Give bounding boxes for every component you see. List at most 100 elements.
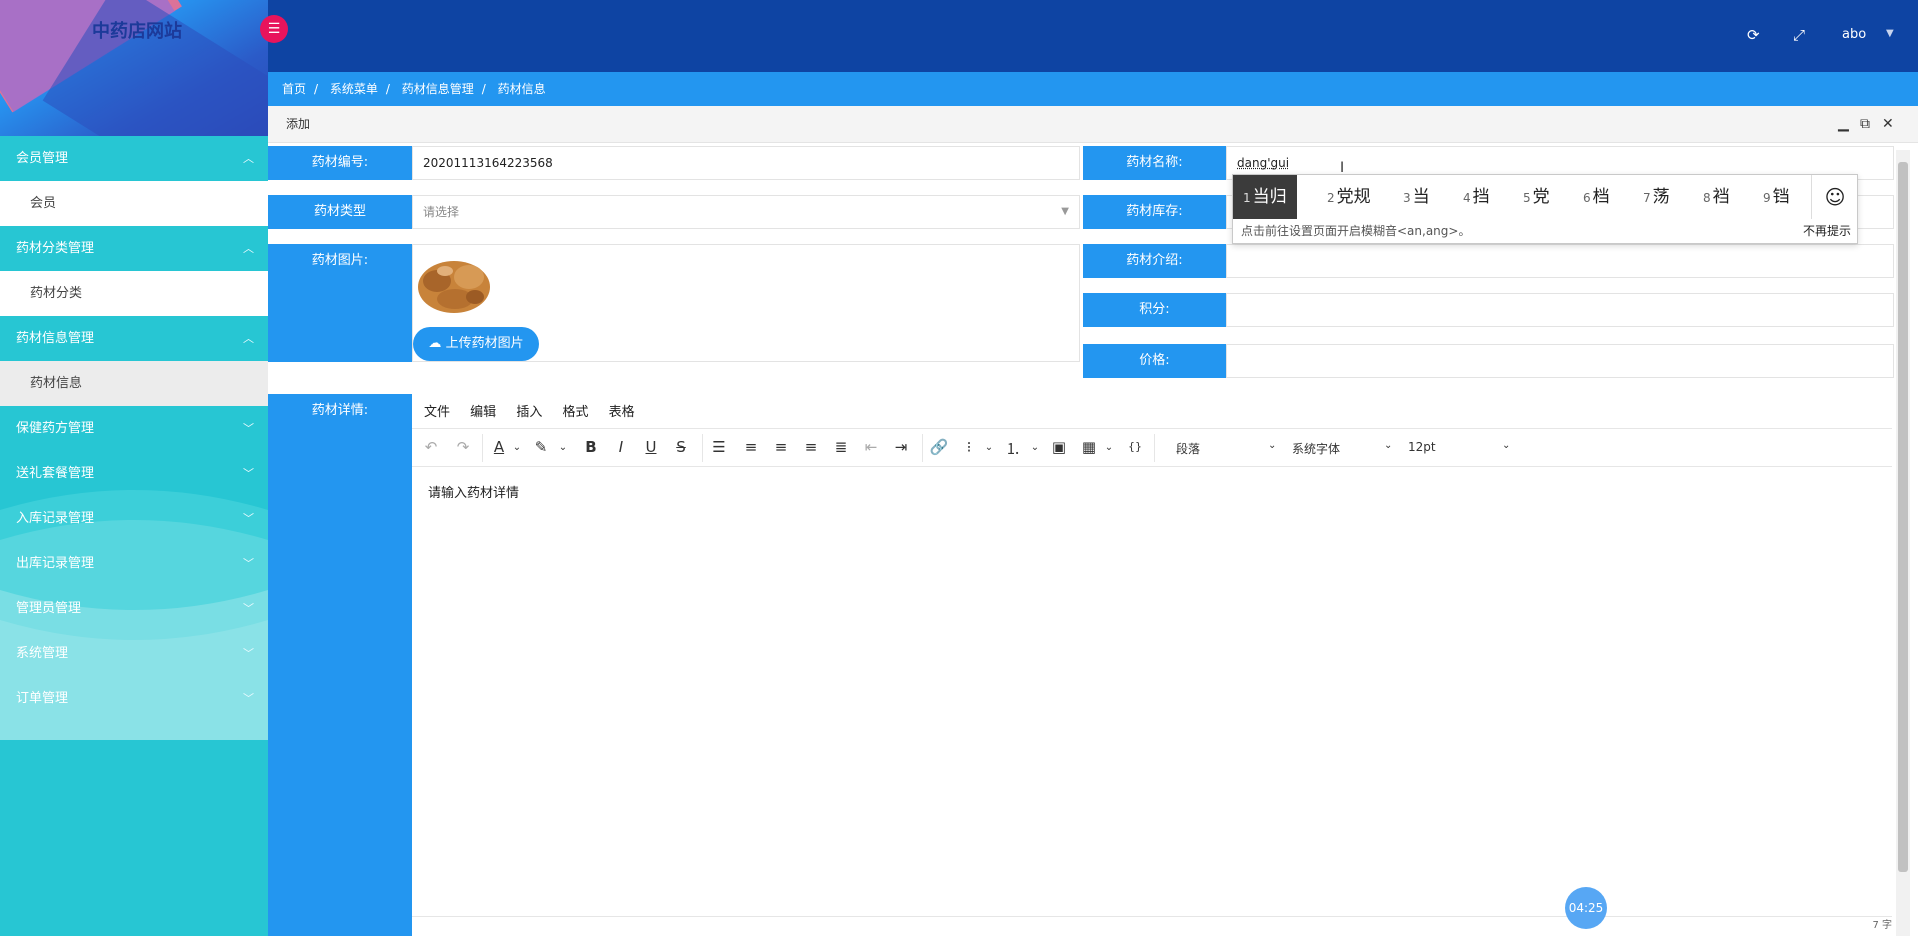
line-height-icon[interactable]: ☰: [708, 438, 730, 456]
breadcrumb-home[interactable]: 首页: [282, 82, 306, 96]
caret-down-icon[interactable]: ▼: [1886, 28, 1894, 39]
menu-stock-out-management[interactable]: 出库记录管理 ﹀: [0, 541, 268, 586]
editor-menu-edit[interactable]: 编辑: [470, 405, 496, 420]
code-field[interactable]: 20201113164223568: [412, 146, 1080, 180]
numbered-list-icon[interactable]: ⒈: [1002, 438, 1024, 459]
outdent-icon[interactable]: ⇤: [860, 438, 882, 456]
maximize-icon[interactable]: ⧉: [1860, 106, 1870, 142]
bold-icon[interactable]: B: [580, 438, 602, 456]
menu-category-management[interactable]: 药材分类管理 ︿: [0, 226, 268, 271]
strikethrough-icon[interactable]: S: [670, 438, 692, 456]
menu-member-management[interactable]: 会员管理 ︿: [0, 136, 268, 181]
redo-icon[interactable]: ↷: [452, 438, 474, 456]
type-select[interactable]: 请选择 ▼: [412, 195, 1080, 229]
ime-dismiss-button[interactable]: 不再提示: [1803, 222, 1851, 239]
chevron-down-icon: ﹀: [243, 602, 254, 615]
menu-herb-info-management[interactable]: 药材信息管理 ︿: [0, 316, 268, 361]
menu-stock-in-management[interactable]: 入库记录管理 ﹀: [0, 496, 268, 541]
ime-candidate[interactable]: 3当: [1403, 175, 1430, 219]
link-icon[interactable]: 🔗: [928, 438, 950, 456]
align-center-icon[interactable]: ≡: [770, 438, 792, 456]
intro-field[interactable]: [1226, 244, 1894, 278]
close-icon[interactable]: ✕: [1882, 106, 1894, 142]
menu-system-management[interactable]: 系统管理 ﹀: [0, 631, 268, 676]
chevron-up-icon: ︿: [243, 152, 254, 165]
block-format-select[interactable]: 段落: [1176, 440, 1200, 457]
editor-menu-format[interactable]: 格式: [562, 405, 588, 420]
chevron-down-icon[interactable]: ⌄: [978, 442, 1000, 453]
editor-menu-insert[interactable]: 插入: [516, 405, 542, 420]
ime-candidate[interactable]: 8裆: [1703, 175, 1730, 219]
chevron-down-icon[interactable]: ⌄: [1384, 440, 1392, 451]
menu-item-herb-info[interactable]: 药材信息: [0, 361, 268, 406]
chevron-down-icon[interactable]: ⌄: [552, 442, 574, 453]
type-select-placeholder: 请选择: [423, 205, 460, 219]
font-family-select[interactable]: 系统字体: [1292, 440, 1340, 457]
breadcrumb-system-menu[interactable]: 系统菜单: [330, 82, 378, 96]
ime-hint-link[interactable]: 点击前往设置页面开启模糊音<an,ang>。: [1241, 222, 1470, 239]
image-label: 药材图片:: [268, 244, 412, 362]
menu-prescription-management[interactable]: 保健药方管理 ﹀: [0, 406, 268, 451]
menu-gift-package-management[interactable]: 送礼套餐管理 ﹀: [0, 451, 268, 496]
chevron-down-icon[interactable]: ⌄: [1502, 440, 1510, 451]
chevron-down-icon[interactable]: ⌄: [1098, 442, 1120, 453]
site-title: 中药店网站: [92, 21, 182, 42]
ime-candidate[interactable]: 9铛: [1763, 175, 1790, 219]
sidebar: 中药店网站 会员管理 ︿ 会员 药材分类管理 ︿ 药材分类 药材信息管理 ︿ 药材信息…: [0, 0, 268, 936]
ime-candidate[interactable]: 5党: [1523, 175, 1550, 219]
menu-item-category[interactable]: 药材分类: [0, 271, 268, 316]
bullet-list-icon[interactable]: ⁝: [958, 438, 980, 456]
chevron-up-icon: ︿: [243, 332, 254, 345]
timer-badge[interactable]: 04:25: [1565, 887, 1607, 929]
page-scrollbar[interactable]: [1896, 150, 1910, 936]
table-icon[interactable]: ▦: [1078, 438, 1100, 456]
menu-toggle-button[interactable]: ☰: [260, 15, 288, 43]
logo-area: 中药店网站: [0, 0, 268, 136]
editor-placeholder: 请输入药材详情: [428, 486, 520, 501]
points-label: 积分:: [1083, 293, 1226, 327]
font-size-select[interactable]: 12pt: [1408, 440, 1436, 454]
align-justify-icon[interactable]: ≣: [830, 438, 852, 456]
points-field[interactable]: [1226, 293, 1894, 327]
editor-content-area[interactable]: 请输入药材详情: [412, 466, 1892, 916]
underline-icon[interactable]: U: [640, 438, 662, 456]
ime-candidate-popup: 1 当归 2 党规 3当 4挡 5党 6档 7荡 8裆 9铛 ☺ 点击前往设置页面开…: [1232, 174, 1858, 244]
chevron-down-icon[interactable]: ⌄: [1024, 442, 1046, 453]
ime-candidate[interactable]: 6档: [1583, 175, 1610, 219]
sidebar-menu: 会员管理 ︿ 会员 药材分类管理 ︿ 药材分类 药材信息管理 ︿ 药材信息 保健药方管…: [0, 136, 268, 721]
caret-down-icon: ▼: [1061, 206, 1069, 217]
ime-candidate[interactable]: 7荡: [1643, 175, 1670, 219]
refresh-icon[interactable]: ⟳: [1747, 26, 1760, 44]
breadcrumb-herb-info-management[interactable]: 药材信息管理: [402, 82, 474, 96]
italic-icon[interactable]: I: [610, 438, 632, 456]
cloud-upload-icon: ☁: [428, 336, 442, 351]
emoji-icon[interactable]: ☺: [1811, 175, 1858, 219]
intro-label: 药材介绍:: [1083, 244, 1226, 278]
editor-menu-file[interactable]: 文件: [424, 405, 450, 420]
scrollbar-thumb[interactable]: [1898, 162, 1908, 872]
chevron-down-icon[interactable]: ⌄: [1268, 440, 1276, 451]
image-icon[interactable]: ▣: [1048, 438, 1070, 456]
menu-item-member[interactable]: 会员: [0, 181, 268, 226]
code-sample-icon[interactable]: {}: [1124, 440, 1146, 453]
ime-candidate[interactable]: 4挡: [1463, 175, 1490, 219]
chevron-down-icon: ﹀: [243, 647, 254, 660]
menu-order-management[interactable]: 订单管理 ﹀: [0, 676, 268, 721]
price-field[interactable]: [1226, 344, 1894, 378]
fullscreen-icon[interactable]: ⤢: [1793, 26, 1805, 44]
upload-image-button[interactable]: ☁ 上传药材图片: [413, 327, 539, 361]
highlight-color-icon[interactable]: ✎: [530, 438, 552, 456]
align-right-icon[interactable]: ≡: [800, 438, 822, 456]
undo-icon[interactable]: ↶: [420, 438, 442, 456]
minimize-icon[interactable]: ▁: [1838, 106, 1849, 142]
menu-admin-management[interactable]: 管理员管理 ﹀: [0, 586, 268, 631]
editor-word-count: 7 字: [412, 916, 1892, 935]
ime-candidate[interactable]: 2 党规: [1327, 175, 1371, 219]
align-left-icon[interactable]: ≡: [740, 438, 762, 456]
chevron-down-icon: ﹀: [243, 692, 254, 705]
user-menu[interactable]: abo: [1842, 27, 1866, 42]
editor-menu-table[interactable]: 表格: [609, 405, 635, 420]
chevron-down-icon[interactable]: ⌄: [506, 442, 528, 453]
ime-candidate[interactable]: 1 当归: [1233, 175, 1297, 219]
indent-icon[interactable]: ⇥: [890, 438, 912, 456]
